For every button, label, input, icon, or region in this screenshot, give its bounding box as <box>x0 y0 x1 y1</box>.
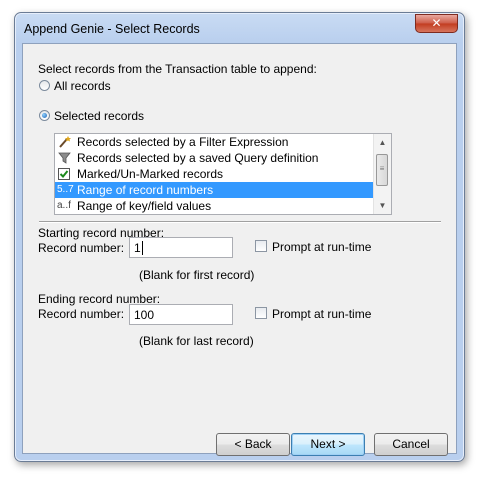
checkmark-icon <box>57 167 73 181</box>
ending-record-value: 100 <box>134 308 155 322</box>
close-button[interactable]: ✕ <box>415 14 458 33</box>
starting-field-label: Record number: <box>38 241 125 255</box>
next-button[interactable]: Next > <box>291 433 365 456</box>
starting-record-input[interactable]: 1 <box>129 237 233 258</box>
list-item-label: Records selected by a saved Query defini… <box>77 151 319 165</box>
ending-prompt-checkbox-box[interactable] <box>255 307 267 319</box>
list-item[interactable]: Records selected by a Filter Expression <box>55 134 375 150</box>
ending-hint: (Blank for last record) <box>139 334 254 348</box>
list-scrollbar[interactable]: ▲ ≡ ▼ <box>373 134 391 214</box>
window-title: Append Genie - Select Records <box>24 22 200 36</box>
radio-all-records-button[interactable] <box>39 80 50 91</box>
radio-selected-records-label: Selected records <box>54 109 145 123</box>
list-item[interactable]: Marked/Un-Marked records <box>55 166 375 182</box>
cancel-button[interactable]: Cancel <box>374 433 448 456</box>
ending-field-label: Record number: <box>38 307 125 321</box>
list-item-label: Range of key/field values <box>77 199 212 213</box>
radio-all-records-label: All records <box>54 79 111 93</box>
dialog-window: Append Genie - Select Records ✕ Select r… <box>14 12 465 462</box>
starting-prompt-checkbox[interactable]: Prompt at run-time <box>255 238 395 254</box>
ending-record-input[interactable]: 100 <box>129 304 233 325</box>
close-icon: ✕ <box>431 16 442 30</box>
radio-selected-records-button[interactable] <box>39 110 50 121</box>
scroll-thumb[interactable]: ≡ <box>376 154 388 186</box>
key-range-icon: a..f <box>57 200 71 211</box>
radio-selected-records[interactable]: Selected records <box>38 107 178 123</box>
list-item[interactable]: Records selected by a saved Query defini… <box>55 150 375 166</box>
starting-record-value: 1 <box>134 241 141 255</box>
section-divider <box>39 221 441 223</box>
title-bar[interactable]: Append Genie - Select Records ✕ <box>15 13 464 43</box>
instruction-text: Select records from the Transaction tabl… <box>38 62 317 76</box>
back-button[interactable]: < Back <box>216 433 290 456</box>
starting-prompt-checkbox-box[interactable] <box>255 240 267 252</box>
list-item-label: Range of record numbers <box>77 183 214 197</box>
wand-icon <box>57 135 73 149</box>
scroll-up-arrow-icon[interactable]: ▲ <box>374 134 391 151</box>
ending-prompt-checkbox[interactable]: Prompt at run-time <box>255 305 395 321</box>
selection-method-list[interactable]: Records selected by a Filter Expression … <box>54 133 392 215</box>
funnel-icon <box>57 151 73 165</box>
ending-prompt-label: Prompt at run-time <box>272 307 372 321</box>
number-range-icon: 5..7 <box>57 184 74 195</box>
text-caret <box>141 241 143 255</box>
starting-prompt-label: Prompt at run-time <box>272 240 372 254</box>
scroll-down-arrow-icon[interactable]: ▼ <box>374 197 391 214</box>
dialog-client-area: Select records from the Transaction tabl… <box>22 43 457 456</box>
list-item[interactable]: a..f Range of key/field values <box>55 198 375 214</box>
list-item[interactable]: 5..7 Range of record numbers <box>55 182 375 198</box>
radio-all-records[interactable]: All records <box>38 77 158 93</box>
list-item-label: Records selected by a Filter Expression <box>77 135 289 149</box>
list-item-label: Marked/Un-Marked records <box>77 167 224 181</box>
starting-hint: (Blank for first record) <box>139 268 255 282</box>
